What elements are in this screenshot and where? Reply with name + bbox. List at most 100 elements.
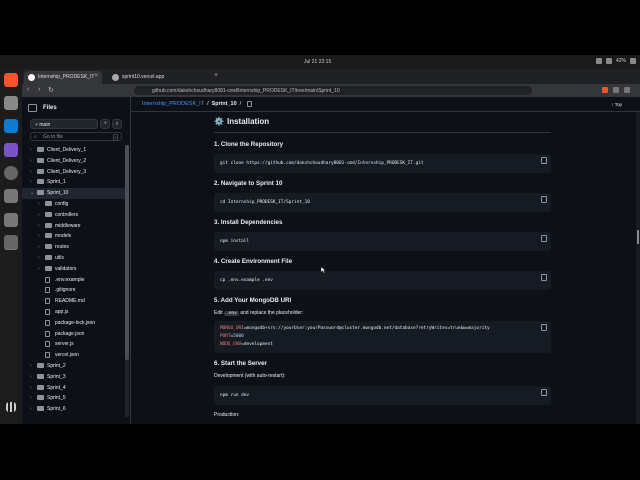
tree-item[interactable]: › models: [22, 231, 126, 242]
chevron-right-icon[interactable]: ›: [30, 395, 32, 401]
tree-item[interactable]: › validators: [22, 264, 126, 275]
tree-item-label: models: [55, 233, 72, 240]
tree-item[interactable]: README.md: [22, 296, 126, 307]
power-icon[interactable]: [630, 58, 636, 64]
usb-icon[interactable]: [4, 213, 18, 227]
folder-icon: [45, 222, 52, 228]
copy-icon[interactable]: [541, 274, 547, 281]
trash-icon[interactable]: [4, 235, 18, 249]
disk-icon[interactable]: [4, 189, 18, 203]
apps-grid-icon[interactable]: [6, 402, 16, 412]
tree-item[interactable]: › Client_Delivery_1: [22, 145, 126, 156]
sidebar-scrollbar-thumb[interactable]: [125, 145, 129, 360]
chevron-right-icon[interactable]: ›: [30, 374, 32, 380]
folder-icon: [37, 362, 44, 368]
breadcrumb-repo[interactable]: Internship_PRODESK_IT: [142, 101, 204, 107]
copy-icon[interactable]: [541, 324, 547, 331]
tree-item[interactable]: vercel.json: [22, 350, 126, 361]
tree-item[interactable]: › Sprint_2: [22, 361, 126, 372]
network-icon[interactable]: [595, 58, 602, 64]
tree-item[interactable]: server.js: [22, 339, 126, 350]
new-tab-button[interactable]: +: [214, 72, 218, 79]
top-button[interactable]: ↑ Top: [611, 102, 622, 107]
tree-item[interactable]: package-lock.json: [22, 318, 126, 329]
tree-item[interactable]: › Sprint_5: [22, 393, 126, 404]
menu-icon[interactable]: [624, 87, 630, 93]
tree-item[interactable]: › config: [22, 199, 126, 210]
chevron-right-icon[interactable]: ›: [38, 244, 40, 250]
chevron-right-icon[interactable]: ›: [38, 255, 40, 261]
edit-prefix: Edit: [214, 310, 223, 316]
tab-vercel[interactable]: sprint10.vercel.app: [108, 71, 198, 84]
tree-item[interactable]: › controllers: [22, 210, 126, 221]
browser-toolbar-icons: [602, 87, 630, 93]
chevron-right-icon[interactable]: ›: [30, 147, 32, 153]
chevron-right-icon[interactable]: ›: [38, 233, 40, 239]
music-icon[interactable]: [4, 143, 18, 157]
reload-icon[interactable]: ↻: [48, 86, 54, 94]
add-file-button[interactable]: +: [100, 119, 111, 129]
chevron-right-icon[interactable]: ›: [30, 385, 32, 391]
github-icon: [28, 74, 35, 81]
forward-icon[interactable]: ›: [38, 86, 40, 93]
copy-path-icon[interactable]: [247, 101, 253, 107]
copy-icon[interactable]: [541, 389, 547, 396]
search-button[interactable]: ⌕: [112, 119, 122, 129]
chevron-right-icon[interactable]: ›: [30, 179, 32, 185]
branch-select[interactable]: ⑂ main: [30, 119, 99, 129]
chevron-right-icon[interactable]: ›: [30, 406, 32, 412]
tree-item-label: Sprint_2: [47, 362, 66, 369]
folder-icon: [37, 168, 44, 174]
chevron-right-icon[interactable]: ›: [38, 223, 40, 229]
copy-icon[interactable]: [541, 196, 547, 203]
tree-item[interactable]: › Sprint_1: [22, 177, 126, 188]
chevron-right-icon[interactable]: ›: [30, 169, 32, 175]
terminal-icon[interactable]: [4, 96, 18, 110]
url-input[interactable]: github.com/dakshchoudhary8081-cmd/Intern…: [134, 86, 532, 95]
tree-item[interactable]: › Client_Delivery_2: [22, 156, 126, 167]
extensions-icon[interactable]: [613, 87, 619, 93]
vscode-icon[interactable]: [4, 119, 18, 133]
tree-item[interactable]: › Sprint_6: [22, 404, 126, 415]
copy-icon[interactable]: [541, 235, 547, 242]
env-key: PORT: [220, 334, 231, 339]
copy-icon[interactable]: [541, 157, 547, 164]
step-heading: 1. Clone the Repository: [214, 141, 284, 148]
chevron-down-icon[interactable]: ⌄: [30, 190, 34, 196]
back-icon[interactable]: ‹: [27, 86, 29, 93]
tab-github[interactable]: Internship_PRODESK_IT ×: [24, 71, 102, 84]
tree-item[interactable]: › Sprint_4: [22, 383, 126, 394]
tree-item[interactable]: › Client_Delivery_3: [22, 167, 126, 178]
file-tree: › Client_Delivery_1 › Client_Delivery_2 › Cli…: [22, 145, 126, 415]
chevron-right-icon[interactable]: ›: [38, 212, 40, 218]
chevron-right-icon[interactable]: ›: [30, 158, 32, 164]
tree-item[interactable]: .env.example: [22, 275, 126, 286]
main-scrollbar-thumb[interactable]: [637, 230, 639, 244]
tree-item[interactable]: .gitignore: [22, 285, 126, 296]
tree-item[interactable]: › utils: [22, 253, 126, 264]
tree-item[interactable]: package.json: [22, 329, 126, 340]
chevron-right-icon[interactable]: ›: [30, 363, 32, 369]
sidebar-toggle-icon[interactable]: [28, 104, 37, 112]
main-scrollbar[interactable]: [636, 112, 640, 424]
tree-item[interactable]: app.js: [22, 307, 126, 318]
tree-item[interactable]: › Sprint_3: [22, 372, 126, 383]
dev-label: Development (with auto-restart):: [214, 373, 286, 379]
shortcut-key: t: [112, 134, 118, 141]
brave-icon[interactable]: [4, 73, 18, 87]
settings-icon[interactable]: [4, 166, 18, 180]
tree-item[interactable]: › routes: [22, 242, 126, 253]
system-tray[interactable]: 42%: [595, 58, 636, 64]
tree-item[interactable]: ⌄ Sprint_10: [22, 188, 126, 199]
folder-icon: [45, 265, 52, 271]
volume-icon[interactable]: [605, 58, 612, 64]
shield-icon[interactable]: [602, 87, 608, 93]
sidebar-scrollbar[interactable]: [125, 145, 129, 417]
go-to-file-input[interactable]: ⌕ Go to file t: [30, 132, 122, 141]
close-icon[interactable]: ×: [94, 73, 98, 79]
tab-label: Internship_PRODESK_IT: [38, 74, 95, 80]
dock: [0, 69, 22, 424]
chevron-right-icon[interactable]: ›: [38, 266, 40, 272]
chevron-right-icon[interactable]: ›: [38, 201, 40, 207]
tree-item[interactable]: › middleware: [22, 221, 126, 232]
